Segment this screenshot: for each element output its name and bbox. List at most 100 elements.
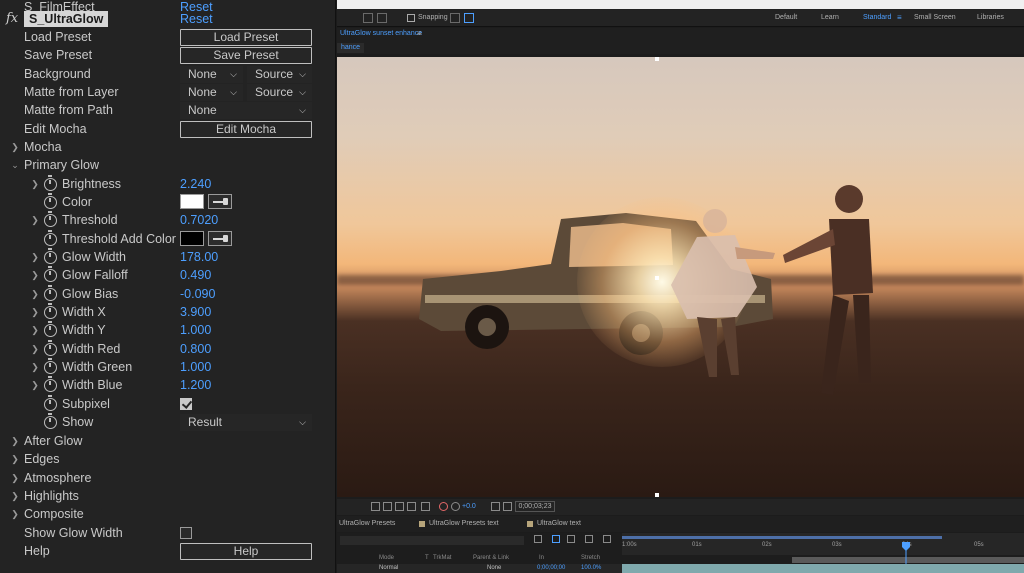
timeline-search-input[interactable] — [340, 536, 524, 545]
stopwatch-icon[interactable] — [44, 376, 57, 392]
matte-source-select[interactable]: Source ⌵ — [247, 83, 312, 101]
background-source-select[interactable]: Source ⌵ — [247, 65, 312, 83]
chevron-right-icon[interactable]: ❯ — [10, 142, 20, 152]
chevron-down-icon[interactable]: ⌄ — [10, 160, 20, 170]
chevron-right-icon[interactable]: ❯ — [10, 491, 20, 501]
timeline-layer-row[interactable]: Normal None 0;00;00;00 100.0% — [337, 564, 622, 573]
comp-flowchart-icon[interactable] — [603, 535, 611, 543]
stopwatch-icon[interactable] — [44, 266, 57, 282]
after-glow-group-row[interactable]: ❯ After Glow — [0, 432, 320, 450]
stopwatch-icon[interactable] — [44, 413, 57, 429]
chevron-right-icon[interactable]: ❯ — [30, 325, 40, 335]
chevron-right-icon[interactable]: ❯ — [30, 362, 40, 372]
atmosphere-group-row[interactable]: ❯ Atmosphere — [0, 469, 320, 487]
primary-glow-group-row[interactable]: ⌄ Primary Glow — [0, 156, 320, 174]
edges-group-row[interactable]: ❯ Edges — [0, 450, 320, 468]
current-time-display[interactable]: 0;00;03;23 — [515, 501, 555, 512]
layer-handle-top[interactable] — [655, 57, 659, 61]
stopwatch-icon[interactable] — [44, 285, 57, 301]
eyedropper-icon[interactable] — [208, 194, 232, 209]
chevron-right-icon[interactable]: ❯ — [30, 380, 40, 390]
chevron-right-icon[interactable]: ❯ — [30, 215, 40, 225]
composition-tab[interactable]: UltraGlow sunset enhance — [340, 30, 422, 37]
guides-icon[interactable] — [407, 502, 416, 511]
fx-icon[interactable]: fx — [6, 11, 18, 26]
stopwatch-icon[interactable] — [44, 303, 57, 319]
layer-mode[interactable]: Normal — [379, 565, 398, 571]
stopwatch-icon[interactable] — [44, 395, 57, 411]
stopwatch-icon[interactable] — [44, 211, 57, 227]
layer-duration-bar[interactable] — [622, 564, 1024, 573]
load-preset-button[interactable]: Load Preset — [180, 28, 312, 46]
glow-falloff-value[interactable]: 0.490 — [180, 268, 211, 282]
eyedropper-icon[interactable] — [208, 231, 232, 246]
chevron-right-icon[interactable]: ❯ — [30, 307, 40, 317]
stopwatch-icon[interactable] — [44, 230, 57, 246]
highlights-group-row[interactable]: ❯ Highlights — [0, 487, 320, 505]
layer-stretch[interactable]: 100.0% — [581, 565, 601, 571]
snapshot-icon[interactable] — [491, 502, 500, 511]
hand-tool-icon[interactable] — [363, 13, 373, 23]
show-select[interactable]: Result ⌵ — [180, 413, 312, 431]
shy-layers-icon[interactable] — [534, 535, 542, 543]
frame-blending-icon[interactable] — [552, 535, 560, 543]
chevron-right-icon[interactable]: ❯ — [30, 252, 40, 262]
graph-editor-icon[interactable] — [585, 535, 593, 543]
width-blue-value[interactable]: 1.200 — [180, 378, 211, 392]
snap-icon[interactable] — [450, 13, 460, 23]
effect-header[interactable]: S_FilmEffect Reset fx S_UltraGlow Reset — [0, 0, 320, 28]
edit-mocha-button[interactable]: Edit Mocha — [180, 120, 312, 138]
width-y-value[interactable]: 1.000 — [180, 323, 211, 337]
chevron-right-icon[interactable]: ❯ — [10, 473, 20, 483]
snapping-checkbox[interactable] — [407, 14, 415, 22]
workspace-standard[interactable]: Standard — [863, 14, 891, 21]
layer-in-time[interactable]: 0;00;00;00 — [537, 565, 565, 571]
exposure-icon[interactable] — [451, 502, 460, 511]
mocha-group-row[interactable]: ❯ Mocha — [0, 138, 320, 156]
timeline-tab-presets-text[interactable]: UltraGlow Presets text — [429, 520, 499, 527]
chevron-right-icon[interactable]: ❯ — [10, 454, 20, 464]
stopwatch-icon[interactable] — [44, 358, 57, 374]
puppet-tool-icon[interactable] — [377, 13, 387, 23]
chevron-right-icon[interactable]: ❯ — [10, 436, 20, 446]
width-red-value[interactable]: 0.800 — [180, 342, 211, 356]
effect-reset-link[interactable]: Reset — [180, 12, 213, 26]
workspace-default[interactable]: Default — [775, 14, 797, 21]
workspace-learn[interactable]: Learn — [821, 14, 839, 21]
chevron-right-icon[interactable]: ❯ — [30, 270, 40, 280]
workspace-menu-icon[interactable]: ≡ — [897, 13, 902, 22]
color-swatch[interactable] — [180, 194, 204, 209]
channel-icon[interactable] — [421, 502, 430, 511]
help-button[interactable]: Help — [180, 542, 312, 560]
motion-blur-icon[interactable] — [567, 535, 575, 543]
stopwatch-icon[interactable] — [44, 321, 57, 337]
width-green-value[interactable]: 1.000 — [180, 360, 211, 374]
matte-path-select[interactable]: None ⌵ — [180, 101, 312, 119]
chevron-right-icon[interactable]: ❯ — [30, 289, 40, 299]
threshold-color-swatch[interactable] — [180, 231, 204, 246]
time-ruler[interactable]: 1:00s 01s 02s 03s 04s 05s — [622, 533, 1024, 555]
composite-group-row[interactable]: ❯ Composite — [0, 505, 320, 523]
mask-visibility-icon[interactable] — [395, 502, 404, 511]
chevron-right-icon[interactable]: ❯ — [30, 179, 40, 189]
composition-sub-tab[interactable]: hance — [337, 43, 365, 53]
chevron-right-icon[interactable]: ❯ — [30, 344, 40, 354]
matte-layer-select[interactable]: None ⌵ — [180, 83, 243, 101]
width-x-value[interactable]: 3.900 — [180, 305, 211, 319]
layer-parent[interactable]: None — [487, 565, 501, 571]
chevron-right-icon[interactable]: ❯ — [10, 509, 20, 519]
stopwatch-icon[interactable] — [44, 340, 57, 356]
color-channels-icon[interactable] — [439, 502, 448, 511]
stopwatch-icon[interactable] — [44, 193, 57, 209]
glow-width-value[interactable]: 178.00 — [180, 250, 218, 264]
brightness-value[interactable]: 2.240 — [180, 177, 211, 191]
work-area-bar[interactable] — [622, 536, 942, 539]
stopwatch-icon[interactable] — [44, 175, 57, 191]
exposure-value[interactable]: +0.0 — [462, 503, 476, 510]
transparency-grid-icon[interactable] — [383, 502, 392, 511]
background-layer-select[interactable]: None ⌵ — [180, 65, 243, 83]
grid-snap-icon[interactable] — [464, 13, 474, 23]
tab-menu-icon[interactable]: ≡ — [417, 29, 422, 38]
layer-handle-bottom[interactable] — [655, 493, 659, 497]
glow-bias-value[interactable]: -0.090 — [180, 287, 215, 301]
